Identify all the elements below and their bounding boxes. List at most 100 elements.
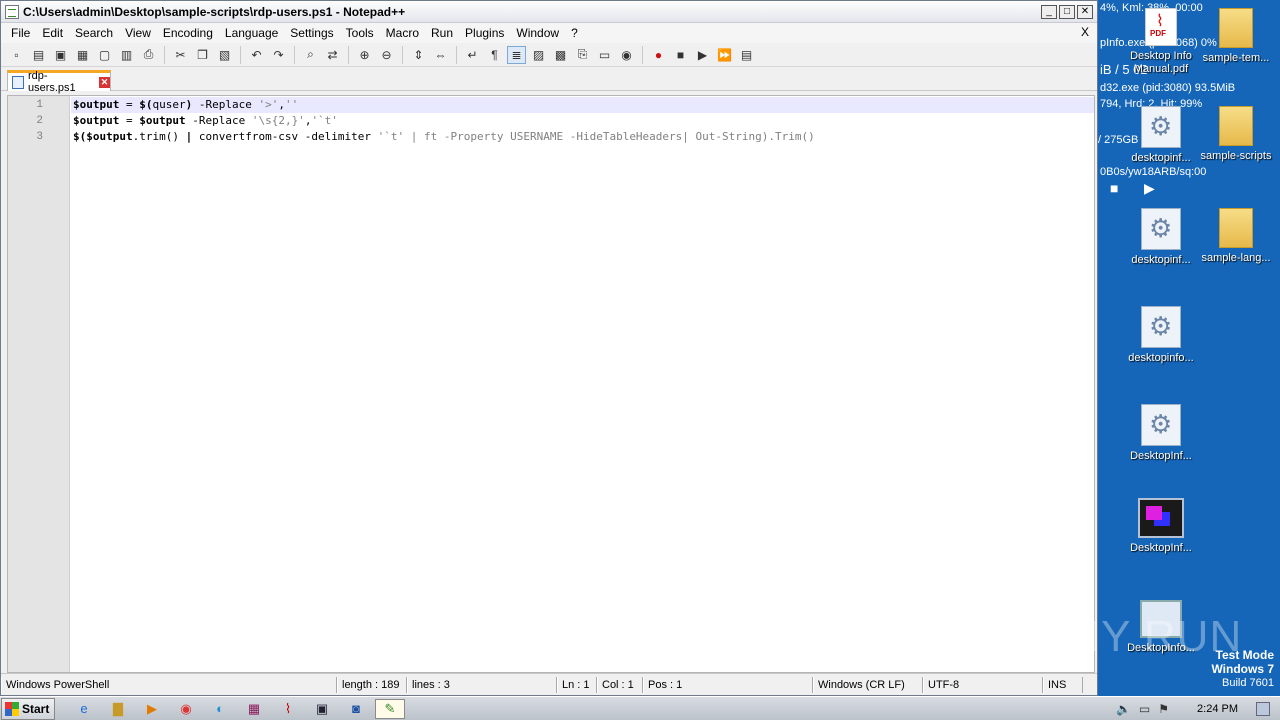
code-line[interactable]: $output = $output -Replace '\s{2,}','`t' <box>71 113 1094 129</box>
doc-map-icon[interactable]: ▨ <box>529 46 548 64</box>
sync-horizontal-icon[interactable]: ⇔ <box>431 46 450 64</box>
cut-icon[interactable]: ✂ <box>171 46 190 64</box>
play-icon[interactable]: ▶ <box>1144 180 1155 197</box>
desktop-icon-desktopinfo-1[interactable]: desktopinf... <box>1118 106 1204 165</box>
network-icon[interactable]: ▭ <box>1139 702 1150 716</box>
copy-icon[interactable]: ❐ <box>193 46 212 64</box>
save-all-icon[interactable]: ▦ <box>73 46 92 64</box>
line-number: 1 <box>36 99 43 111</box>
desktop-icon-desktopinfo-2[interactable]: desktopinf... <box>1118 208 1204 267</box>
media-player-icon[interactable]: ▶ <box>137 699 167 719</box>
file-icon <box>12 75 24 89</box>
play-macro-icon[interactable]: ▶ <box>693 46 712 64</box>
word-wrap-icon[interactable]: ↵ <box>463 46 482 64</box>
close-document-button[interactable]: X <box>1081 25 1089 39</box>
close-all-icon[interactable]: ▥ <box>117 46 136 64</box>
anyrun-watermark: ANY RUN <box>1038 612 1243 661</box>
replace-icon[interactable]: ⇄ <box>323 46 342 64</box>
code-token: $output <box>73 114 120 127</box>
desktop-icon-sample-languages[interactable]: sample-lang... <box>1193 208 1279 265</box>
sync-vertical-icon[interactable]: ⇕ <box>409 46 428 64</box>
desktop-icon-desktopinfo-3[interactable]: desktopinfo... <box>1118 306 1204 365</box>
desktop-icon-label: Desktop Info Manual.pdf <box>1130 50 1192 75</box>
function-list-icon[interactable]: ▩ <box>551 46 570 64</box>
code-token: quser <box>152 98 186 111</box>
code-line[interactable]: $output = $(quser) -Replace '>','' <box>71 97 1094 113</box>
close-file-icon[interactable]: ▢ <box>95 46 114 64</box>
file-explorer-icon[interactable]: ▇ <box>103 699 133 719</box>
stop-macro-icon[interactable]: ■ <box>671 46 690 64</box>
desktop-icon-sample-templates[interactable]: sample-tem... <box>1193 8 1279 65</box>
code-token: $( <box>139 98 153 111</box>
outlook-icon[interactable]: ◙ <box>341 699 371 719</box>
edge-icon[interactable]: ◐ <box>205 699 235 719</box>
desktop-icon-sample-scripts[interactable]: sample-scripts <box>1193 106 1279 163</box>
menu-search[interactable]: Search <box>69 26 119 40</box>
flag-icon[interactable]: ⚑ <box>1158 702 1169 716</box>
acrobat-icon[interactable]: ⌇ <box>273 699 303 719</box>
menu-help[interactable]: ? <box>565 26 584 40</box>
clock[interactable]: 2:24 PM <box>1197 703 1238 715</box>
new-file-icon[interactable]: ▫ <box>7 46 26 64</box>
tab-rdp-users[interactable]: rdp-users.ps1 ✕ <box>7 70 111 94</box>
menu-macro[interactable]: Macro <box>380 26 425 40</box>
menu-window[interactable]: Window <box>510 26 565 40</box>
menu-settings[interactable]: Settings <box>284 26 339 40</box>
maximize-button[interactable]: □ <box>1059 4 1075 19</box>
record-macro-icon[interactable]: ● <box>649 46 668 64</box>
menu-view[interactable]: View <box>119 26 157 40</box>
code-line[interactable]: $($output.trim() | convertfrom-csv -deli… <box>71 129 1094 145</box>
folder-icon <box>1219 106 1253 146</box>
line-number-gutter: 1 2 3 <box>8 96 70 672</box>
close-button[interactable]: ✕ <box>1077 4 1093 19</box>
open-file-icon[interactable]: ▤ <box>29 46 48 64</box>
menu-tools[interactable]: Tools <box>340 26 380 40</box>
title-bar[interactable]: C:\Users\admin\Desktop\sample-scripts\rd… <box>1 1 1097 23</box>
undo-icon[interactable]: ↶ <box>247 46 266 64</box>
save-macro-icon[interactable]: ▤ <box>737 46 756 64</box>
folder-workspace-icon[interactable]: ⎘ <box>573 46 592 64</box>
tab-close-icon[interactable]: ✕ <box>99 76 110 88</box>
start-button[interactable]: Start <box>1 697 55 720</box>
find-icon[interactable]: ⌕ <box>301 46 320 64</box>
paste-icon[interactable]: ▧ <box>215 46 234 64</box>
stop-icon[interactable]: ■ <box>1110 180 1118 196</box>
tab-bar: rdp-users.ps1 ✕ <box>1 67 1097 94</box>
menu-file[interactable]: File <box>5 26 36 40</box>
save-icon[interactable]: ▣ <box>51 46 70 64</box>
winrar-icon[interactable]: ▦ <box>239 699 269 719</box>
notepadpp-taskbar-icon[interactable]: ✎ <box>375 698 405 719</box>
menu-language[interactable]: Language <box>219 26 284 40</box>
chrome-icon[interactable]: ◉ <box>171 699 201 719</box>
tab-label: rdp-users.ps1 <box>27 70 76 94</box>
editor[interactable]: 1 2 3 $output = $(quser) -Replace '>',''… <box>7 95 1095 673</box>
show-all-chars-icon[interactable]: ¶ <box>485 46 504 64</box>
menu-plugins[interactable]: Plugins <box>459 26 510 40</box>
toolbar-separator <box>456 45 457 64</box>
desktop-icon-manual-pdf[interactable]: Desktop Info Manual.pdf <box>1118 8 1204 76</box>
menu-edit[interactable]: Edit <box>36 26 69 40</box>
monitoring-icon[interactable]: ◉ <box>617 46 636 64</box>
internet-explorer-icon[interactable]: e <box>69 699 99 719</box>
redo-icon[interactable]: ↷ <box>269 46 288 64</box>
desktop-icon-desktopinfo-5[interactable]: DesktopInf... <box>1118 498 1204 555</box>
desktopinfo-icon[interactable]: ▣ <box>307 699 337 719</box>
indent-guide-icon[interactable]: ≣ <box>507 45 526 64</box>
run-macro-multiple-icon[interactable]: ⏩ <box>715 46 734 64</box>
menu-run[interactable]: Run <box>425 26 459 40</box>
show-desktop-button[interactable] <box>1256 702 1270 716</box>
minimize-button[interactable]: _ <box>1041 4 1057 19</box>
toolbar-separator <box>348 45 349 64</box>
doc-list-icon[interactable]: ▭ <box>595 46 614 64</box>
code-area[interactable]: $output = $(quser) -Replace '>','' $outpu… <box>71 97 1094 145</box>
volume-icon[interactable]: 🔈 <box>1116 702 1131 716</box>
desktop-icon-desktopinfo-4[interactable]: DesktopInf... <box>1118 404 1204 463</box>
notepadpp-window: C:\Users\admin\Desktop\sample-scripts\rd… <box>0 0 1098 696</box>
zoom-in-icon[interactable]: ⊕ <box>355 46 374 64</box>
menu-encoding[interactable]: Encoding <box>157 26 219 40</box>
zoom-out-icon[interactable]: ⊖ <box>377 46 396 64</box>
desktop: 4%, Kml: 38%, 00:00 pInfo.exe (pid:3068)… <box>1098 0 1280 696</box>
code-token: $output <box>73 98 120 111</box>
window-controls: _ □ ✕ <box>1041 4 1093 19</box>
print-icon[interactable]: ⎙ <box>139 46 158 64</box>
